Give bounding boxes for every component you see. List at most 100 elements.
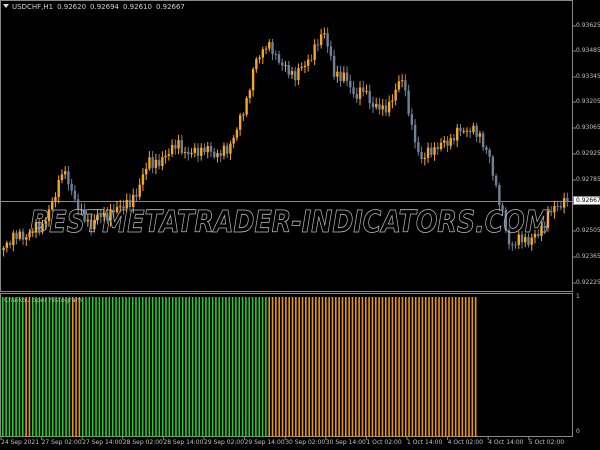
histogram-bar <box>215 297 217 437</box>
histogram-bar <box>298 297 300 437</box>
candle-body <box>472 125 475 133</box>
candle-body <box>183 151 187 153</box>
candle-body <box>336 71 339 77</box>
histogram-bar <box>248 297 251 437</box>
candle-body <box>138 184 141 197</box>
candle-body <box>264 48 268 50</box>
time-tick-label: 30 Sep 14:00 <box>325 439 366 446</box>
current-price-label: 0.92667 <box>573 196 600 205</box>
histogram-bar <box>461 297 464 437</box>
time-tick-label: 30 Sep 02:00 <box>285 439 326 446</box>
chart-canvas[interactable]: BESTMETATRADER-INDICATORS.COM <box>0 0 600 450</box>
dropdown-triangle-icon[interactable] <box>3 4 9 8</box>
candle-body <box>177 140 180 149</box>
candle-body <box>261 49 265 58</box>
histogram-bar <box>258 297 261 437</box>
time-tick-label: 4 Oct 02:00 <box>447 439 483 446</box>
histogram-bar <box>288 297 290 437</box>
candle-body <box>63 171 67 175</box>
histogram-bar <box>301 297 304 437</box>
candle-body <box>491 156 495 176</box>
histogram-bar <box>75 297 77 437</box>
histogram-bar <box>241 297 244 437</box>
histogram-bar <box>115 297 117 437</box>
histogram-bar <box>61 297 64 437</box>
histogram-bar <box>121 297 124 437</box>
histogram-bar <box>338 297 340 437</box>
histogram-bar <box>408 297 410 437</box>
histogram-bar <box>138 297 141 437</box>
histogram-bar <box>48 297 51 437</box>
candle-body <box>15 232 18 239</box>
candle-body <box>232 137 235 144</box>
histogram-bar <box>388 297 390 437</box>
histogram-bar <box>155 297 157 437</box>
histogram-bar <box>65 297 67 437</box>
histogram-bar <box>141 297 144 437</box>
histogram-bar <box>8 297 11 437</box>
histogram-bar <box>421 297 424 437</box>
candle-body <box>154 159 158 168</box>
candle-body <box>255 59 258 70</box>
histogram-bar <box>205 297 207 437</box>
candle-body <box>410 114 414 125</box>
candle-body <box>187 151 190 155</box>
histogram-bar <box>351 297 354 437</box>
candle-body <box>498 185 501 206</box>
candle-body <box>452 138 456 141</box>
candle-body <box>459 127 462 132</box>
histogram-bar <box>28 297 31 437</box>
candle-body <box>313 44 316 60</box>
histogram-bar <box>108 297 111 437</box>
histogram-bar <box>245 297 247 437</box>
candle-body <box>553 205 556 213</box>
candle-body <box>439 142 443 150</box>
time-tick-label: 1 Oct 02:00 <box>366 439 402 446</box>
histogram-bar <box>325 297 327 437</box>
price-tick-label: 0.92225 <box>576 279 600 286</box>
candle-body <box>2 247 5 251</box>
candle-body <box>209 146 213 152</box>
candle-body <box>417 142 420 153</box>
watermark: BESTMETATRADER-INDICATORS.COM <box>30 205 550 240</box>
candle-body <box>326 33 329 47</box>
candle-body <box>196 147 200 156</box>
histogram-bar <box>178 297 181 437</box>
histogram-bar <box>448 297 450 437</box>
histogram-bar <box>331 297 334 437</box>
histogram-bar <box>361 297 364 437</box>
histogram-bar <box>471 297 474 437</box>
histogram-bar <box>281 297 284 437</box>
histogram-bar <box>384 297 387 437</box>
histogram-bar <box>335 297 337 437</box>
price-tick-label: 0.93345 <box>576 73 600 80</box>
time-tick-label: 28 Sep 02:00 <box>122 439 163 446</box>
histogram-bar <box>371 297 374 437</box>
histogram-bar <box>231 297 234 437</box>
candle-body <box>352 87 355 95</box>
histogram-bar <box>444 297 447 437</box>
candle-body <box>339 71 342 81</box>
histogram-bar <box>278 297 280 437</box>
histogram-bar <box>118 297 121 437</box>
histogram-bar <box>341 297 344 437</box>
histogram-bar <box>31 297 34 437</box>
candle-body <box>277 54 281 63</box>
candle-body <box>245 98 248 115</box>
histogram-bar <box>275 297 277 437</box>
candle-body <box>271 42 274 55</box>
histogram-bar <box>221 297 224 437</box>
price-tick-label: 0.93625 <box>576 22 600 29</box>
candle-body <box>148 157 151 169</box>
candle-body <box>180 140 184 153</box>
histogram-bar <box>91 297 94 437</box>
candle-body <box>485 147 488 150</box>
histogram-bar <box>211 297 214 437</box>
histogram-bar <box>315 297 317 437</box>
symbol: USDCHF,H1 <box>12 3 54 11</box>
price-tick-label: 0.92925 <box>576 150 600 157</box>
candle-body <box>235 129 239 138</box>
candle-body <box>404 80 407 91</box>
candle-body <box>287 65 290 75</box>
candle-body <box>258 57 261 60</box>
